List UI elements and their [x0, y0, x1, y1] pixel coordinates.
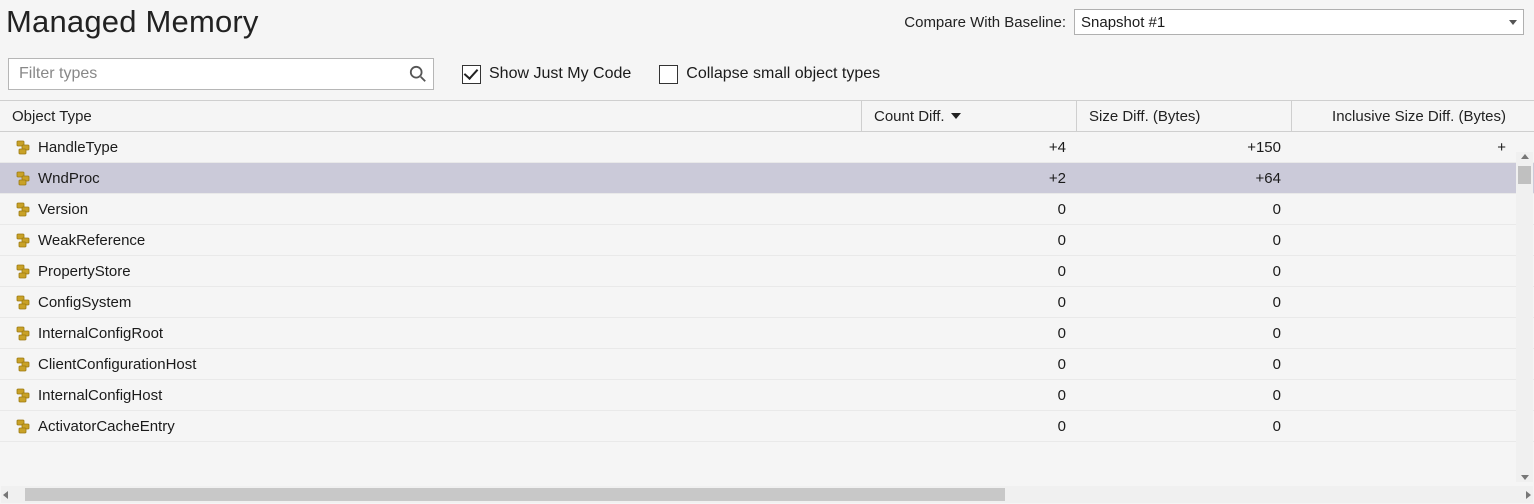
- collapse-small-label: Collapse small object types: [686, 65, 880, 83]
- class-icon: [16, 201, 32, 217]
- count-diff-value: 0: [1058, 201, 1066, 218]
- table-row[interactable]: ClientConfigurationHost 0 0: [0, 349, 1534, 380]
- vertical-scroll-thumb[interactable]: [1518, 166, 1531, 184]
- filter-types-input[interactable]: [17, 64, 409, 84]
- size-diff-value: 0: [1273, 201, 1281, 218]
- col-inclusive-size-diff[interactable]: Inclusive Size Diff. (Bytes): [1291, 101, 1516, 131]
- search-icon: [409, 65, 427, 83]
- class-icon: [16, 325, 32, 341]
- class-icon: [16, 387, 32, 403]
- collapse-small-checkbox[interactable]: Collapse small object types: [659, 65, 880, 84]
- baseline-label: Compare With Baseline:: [904, 14, 1066, 31]
- table-row[interactable]: PropertyStore 0 0: [0, 256, 1534, 287]
- show-just-my-code-label: Show Just My Code: [489, 65, 631, 83]
- baseline-value: Snapshot #1: [1081, 14, 1165, 31]
- scroll-right-icon[interactable]: [1526, 491, 1531, 499]
- table-row[interactable]: ActivatorCacheEntry 0 0: [0, 411, 1534, 442]
- vertical-scrollbar[interactable]: [1516, 152, 1533, 482]
- type-name: ActivatorCacheEntry: [38, 418, 175, 435]
- scroll-down-icon[interactable]: [1521, 475, 1529, 480]
- count-diff-value: 0: [1058, 294, 1066, 311]
- horizontal-scroll-thumb[interactable]: [25, 488, 1005, 501]
- size-diff-value: 0: [1273, 356, 1281, 373]
- incl-size-diff-value: +: [1497, 139, 1506, 156]
- count-diff-value: 0: [1058, 263, 1066, 280]
- size-diff-value: +150: [1247, 139, 1281, 156]
- size-diff-value: 0: [1273, 294, 1281, 311]
- filter-types-input-wrap[interactable]: [8, 58, 434, 90]
- size-diff-value: 0: [1273, 418, 1281, 435]
- count-diff-value: 0: [1058, 325, 1066, 342]
- sort-desc-icon: [951, 113, 961, 119]
- table-row[interactable]: WeakReference 0 0: [0, 225, 1534, 256]
- table-row[interactable]: Version 0 0: [0, 194, 1534, 225]
- count-diff-value: 0: [1058, 418, 1066, 435]
- chevron-down-icon: [1509, 20, 1517, 25]
- size-diff-value: 0: [1273, 325, 1281, 342]
- type-name: WeakReference: [38, 232, 145, 249]
- size-diff-value: 0: [1273, 232, 1281, 249]
- type-name: WndProc: [38, 170, 100, 187]
- baseline-combobox[interactable]: Snapshot #1: [1074, 9, 1524, 35]
- types-grid: Object Type Count Diff. Size Diff. (Byte…: [0, 100, 1534, 442]
- class-icon: [16, 294, 32, 310]
- type-name: InternalConfigRoot: [38, 325, 163, 342]
- count-diff-value: +4: [1049, 139, 1066, 156]
- class-icon: [16, 139, 32, 155]
- count-diff-value: +2: [1049, 170, 1066, 187]
- checkbox-icon: [462, 65, 481, 84]
- col-count-diff[interactable]: Count Diff.: [861, 101, 1076, 131]
- type-name: InternalConfigHost: [38, 387, 162, 404]
- scroll-left-icon[interactable]: [3, 491, 8, 499]
- show-just-my-code-checkbox[interactable]: Show Just My Code: [462, 65, 631, 84]
- class-icon: [16, 356, 32, 372]
- col-object-type[interactable]: Object Type: [0, 101, 861, 131]
- horizontal-scrollbar[interactable]: [1, 486, 1533, 503]
- type-name: ClientConfigurationHost: [38, 356, 196, 373]
- table-row[interactable]: HandleType +4 +150 +: [0, 132, 1534, 163]
- count-diff-value: 0: [1058, 387, 1066, 404]
- type-name: Version: [38, 201, 88, 218]
- class-icon: [16, 170, 32, 186]
- type-name: PropertyStore: [38, 263, 131, 280]
- table-row[interactable]: ConfigSystem 0 0: [0, 287, 1534, 318]
- table-row[interactable]: InternalConfigRoot 0 0: [0, 318, 1534, 349]
- size-diff-value: 0: [1273, 387, 1281, 404]
- count-diff-value: 0: [1058, 356, 1066, 373]
- table-row[interactable]: InternalConfigHost 0 0: [0, 380, 1534, 411]
- table-row[interactable]: WndProc +2 +64: [0, 163, 1534, 194]
- grid-header-row: Object Type Count Diff. Size Diff. (Byte…: [0, 101, 1534, 132]
- count-diff-value: 0: [1058, 232, 1066, 249]
- page-title: Managed Memory: [6, 4, 259, 40]
- size-diff-value: +64: [1256, 170, 1281, 187]
- size-diff-value: 0: [1273, 263, 1281, 280]
- type-name: HandleType: [38, 139, 118, 156]
- class-icon: [16, 232, 32, 248]
- scroll-up-icon[interactable]: [1521, 154, 1529, 159]
- class-icon: [16, 418, 32, 434]
- class-icon: [16, 263, 32, 279]
- col-size-diff[interactable]: Size Diff. (Bytes): [1076, 101, 1291, 131]
- type-name: ConfigSystem: [38, 294, 131, 311]
- checkbox-icon: [659, 65, 678, 84]
